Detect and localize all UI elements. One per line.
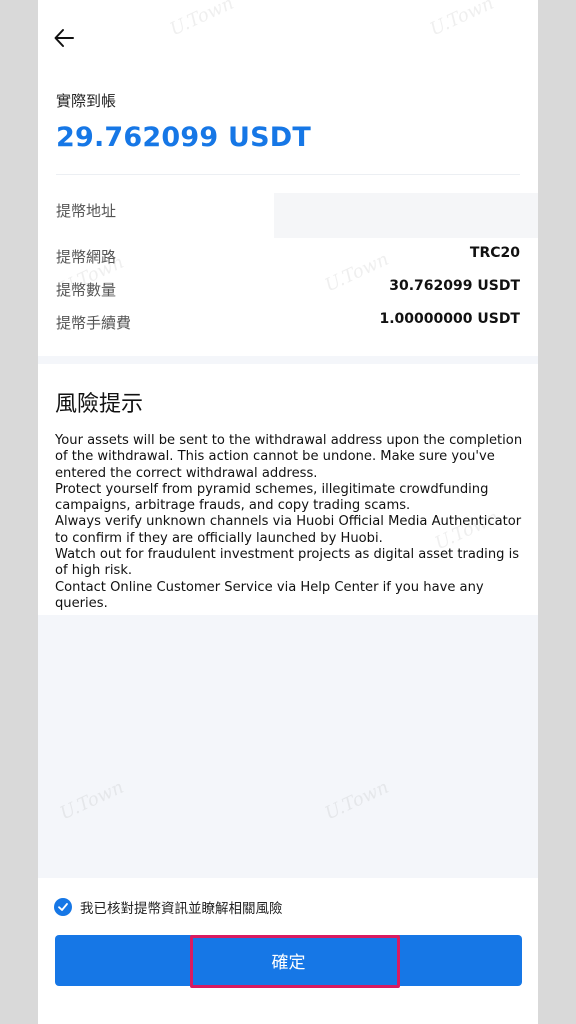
withdrawal-address-label: 提幣地址 [56,202,117,220]
network-value: TRC20 [469,245,520,261]
confirm-button[interactable]: 確定 [55,935,522,986]
risk-paragraph: Protect yourself from pyramid schemes, i… [55,481,489,514]
fee-value: 1.00000000 USDT [379,311,521,327]
empty-area [38,615,538,878]
section-separator [38,356,538,364]
left-gutter [0,0,38,1024]
withdrawal-address-value [274,193,538,238]
risk-notice: Your assets will be sent to the withdraw… [55,433,525,612]
risk-acknowledge-checkbox[interactable]: 我已核對提幣資訊並瞭解相關風險 [54,897,283,917]
checkbox-label: 我已核對提幣資訊並瞭解相關風險 [80,901,283,917]
right-gutter [538,0,576,1024]
back-button[interactable] [50,26,78,54]
withdrawal-confirm-screen: 實際到帳 29.762099 USDT 提幣地址 提幣網路 TRC20 提幣數量… [38,0,538,1024]
summary-section [38,0,538,356]
divider [56,174,520,175]
risk-paragraph: Watch out for fraudulent investment proj… [55,547,520,579]
withdraw-amount-value: 30.762099 USDT [389,278,520,294]
arrow-left-icon [53,27,75,53]
checkmark-icon[interactable] [54,898,72,916]
fee-label: 提幣手續費 [56,314,132,332]
risk-paragraph: Contact Online Customer Service via Help… [55,579,484,611]
risk-paragraph: Your assets will be sent to the withdraw… [55,433,523,481]
received-amount-value: 29.762099 USDT [56,122,311,153]
risk-title: 風險提示 [55,392,144,417]
received-amount-label: 實際到帳 [56,92,117,110]
